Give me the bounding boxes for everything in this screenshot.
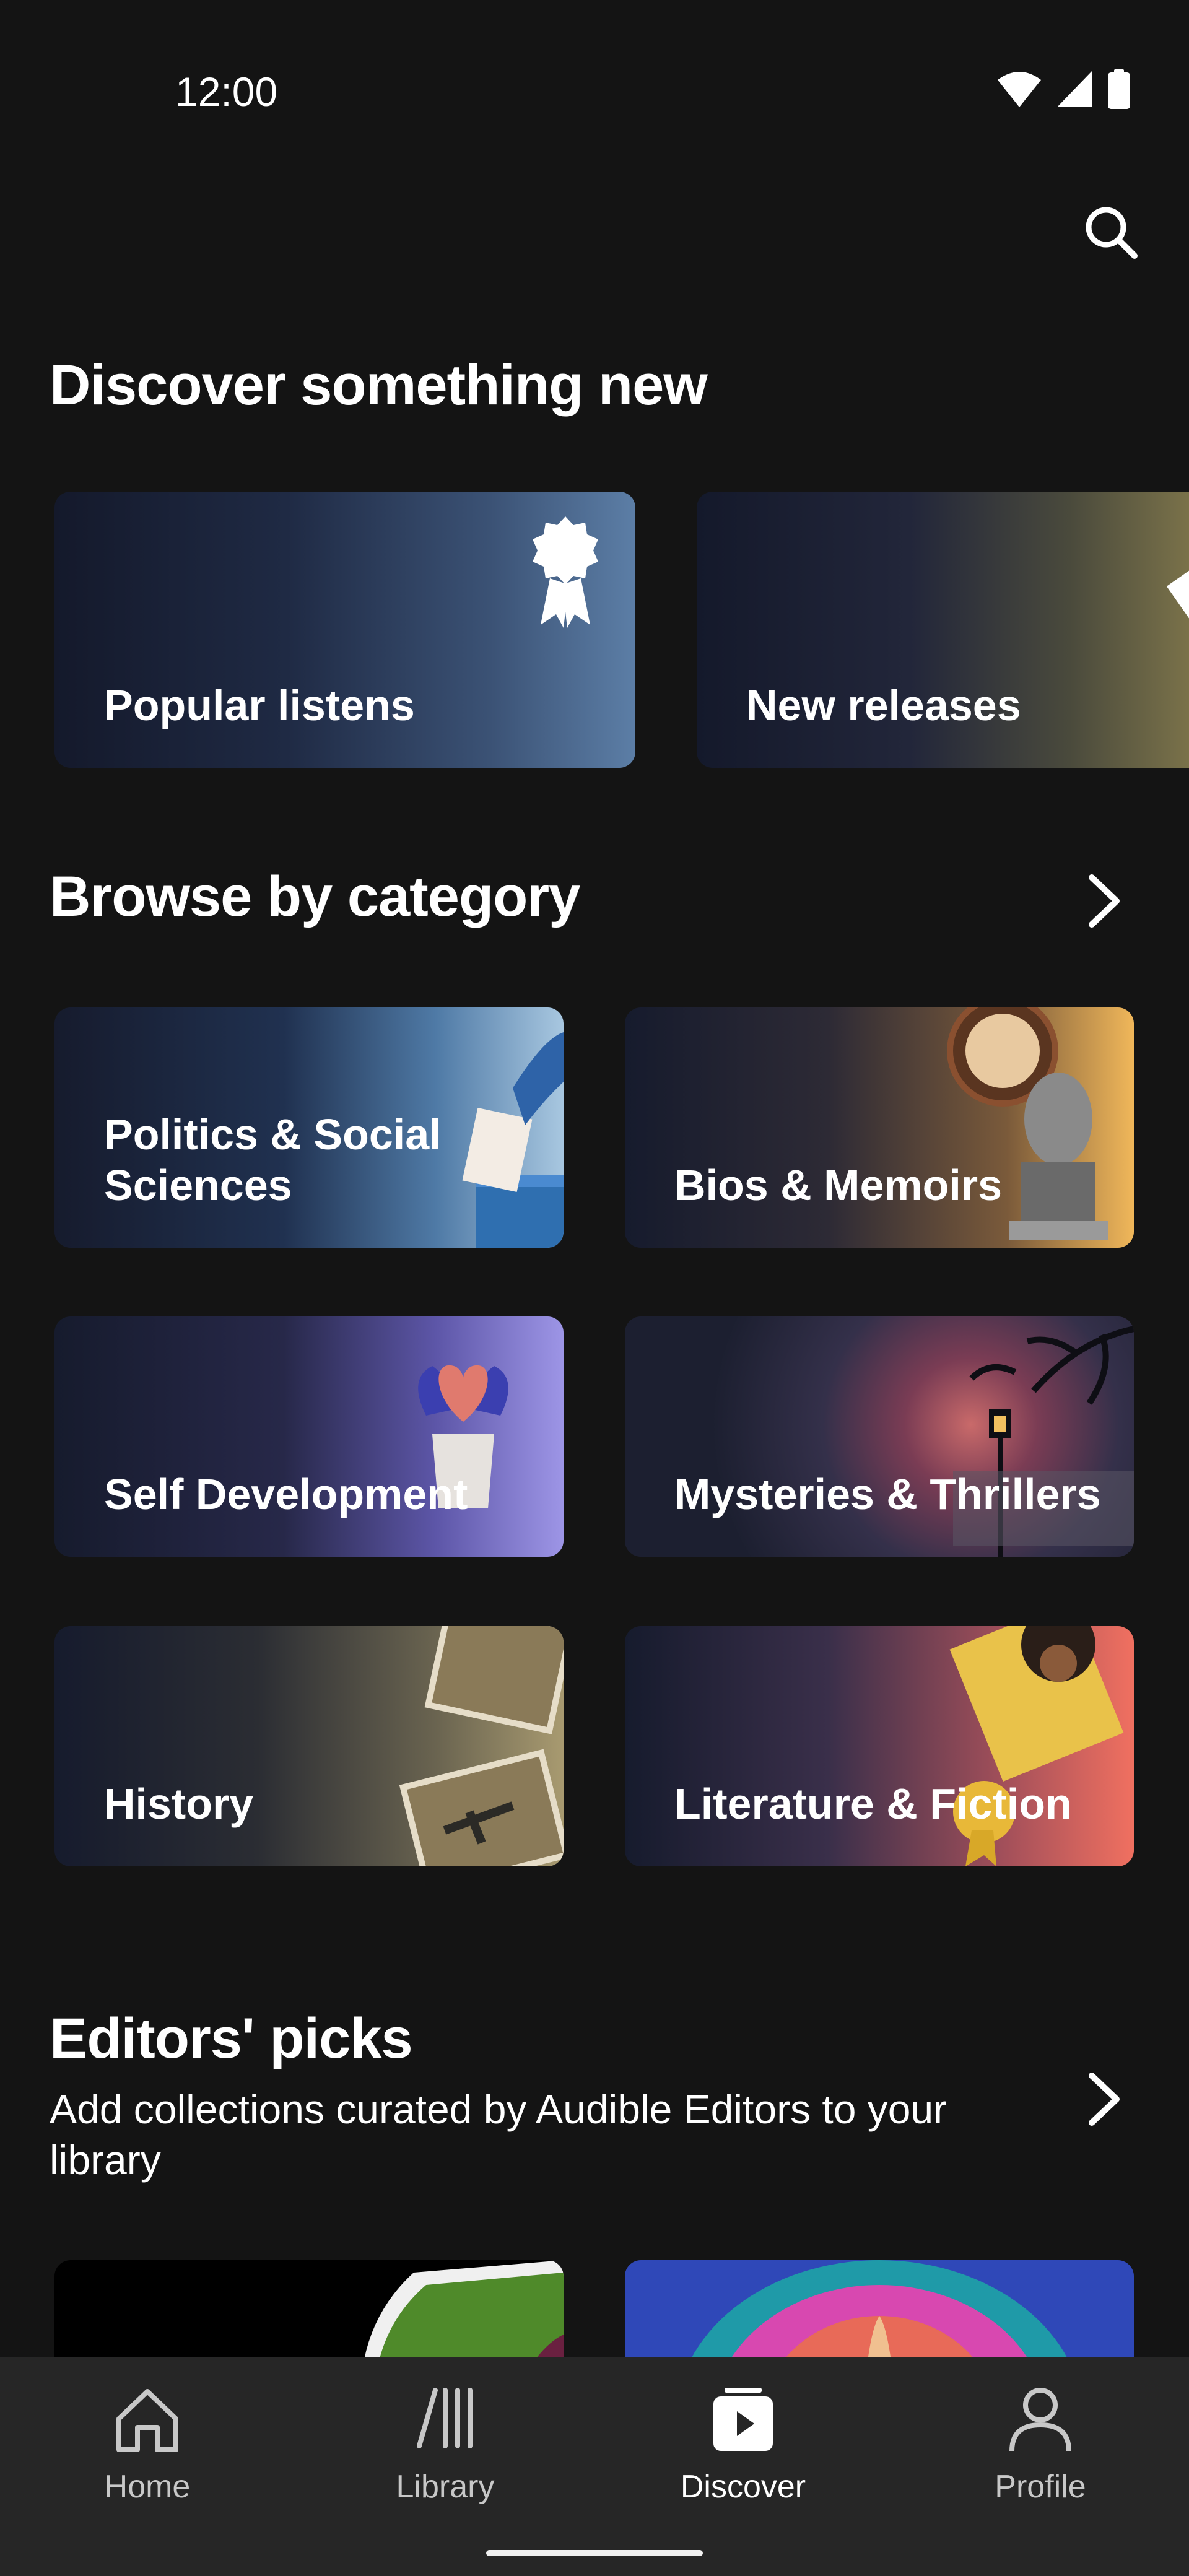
- browse-chevron-icon[interactable]: [1081, 870, 1130, 932]
- card-label: Popular listens: [104, 681, 415, 729]
- wifi-icon: [998, 72, 1041, 107]
- category-mysteries[interactable]: Mysteries & Thrillers: [625, 1316, 1134, 1557]
- lamppost-tree-illustration: [953, 1326, 1134, 1557]
- home-icon: [116, 2389, 178, 2452]
- browse-heading: Browse by category: [50, 865, 580, 928]
- cell-signal-icon: [1057, 71, 1092, 107]
- popular-listens-card[interactable]: Popular listens: [54, 492, 635, 768]
- card-label: Bios & Memoirs: [674, 1161, 1002, 1209]
- category-bios[interactable]: Bios & Memoirs: [625, 1007, 1134, 1248]
- new-releases-card[interactable]: New releases: [697, 492, 1189, 768]
- discover-heading: Discover something new: [50, 354, 708, 417]
- portrait-bust-illustration: [947, 1007, 1108, 1240]
- card-label: History: [104, 1780, 254, 1828]
- nav-label: Home: [104, 2469, 191, 2505]
- nav-library[interactable]: Library: [352, 2382, 538, 2505]
- nav-label: Profile: [995, 2469, 1086, 2505]
- bottom-navigation: Home Library Discover Profile: [0, 2357, 1189, 2576]
- category-self-development[interactable]: Self Development: [54, 1316, 564, 1557]
- battery-icon: [1108, 69, 1130, 109]
- nav-label: Discover: [680, 2469, 806, 2505]
- label-line: Sciences: [104, 1161, 292, 1209]
- search-button[interactable]: [1080, 201, 1142, 263]
- nav-profile[interactable]: Profile: [947, 2382, 1133, 2505]
- category-politics[interactable]: Politics & Social Sciences: [54, 1007, 564, 1248]
- profile-icon: [1009, 2388, 1071, 2452]
- nav-home[interactable]: Home: [54, 2382, 240, 2505]
- editors-chevron-icon[interactable]: [1081, 2068, 1130, 2130]
- card-label: Mysteries & Thrillers: [674, 1470, 1101, 1518]
- card-label: Literature & Fiction: [674, 1780, 1072, 1828]
- award-ribbon-icon: [533, 516, 598, 628]
- nav-discover[interactable]: Discover: [650, 2382, 836, 2505]
- subtitle-line: library: [50, 2137, 161, 2183]
- nav-label: Library: [396, 2469, 495, 2505]
- category-literature[interactable]: Literature & Fiction: [625, 1626, 1134, 1866]
- card-label: Politics & Social Sciences: [104, 1109, 442, 1211]
- book-portrait-illustration: [949, 1626, 1124, 1866]
- category-history[interactable]: History: [54, 1626, 564, 1866]
- discover-play-icon: [713, 2388, 773, 2451]
- card-label: Self Development: [104, 1470, 468, 1518]
- home-indicator: [486, 2550, 703, 2556]
- status-icons: [998, 69, 1130, 109]
- editors-picks-heading: Editors' picks: [50, 2007, 413, 2070]
- vintage-photos-illustration: [399, 1626, 564, 1866]
- status-time: 12:00: [175, 69, 278, 115]
- library-icon: [417, 2388, 473, 2448]
- card-label: New releases: [746, 681, 1021, 729]
- subtitle-line: Add collections curated by Audible Edito…: [50, 2086, 947, 2132]
- editors-picks-subtitle: Add collections curated by Audible Edito…: [50, 2084, 947, 2185]
- label-line: Politics & Social: [104, 1110, 442, 1159]
- search-icon: [1086, 207, 1138, 259]
- tag-icon: [1166, 561, 1189, 622]
